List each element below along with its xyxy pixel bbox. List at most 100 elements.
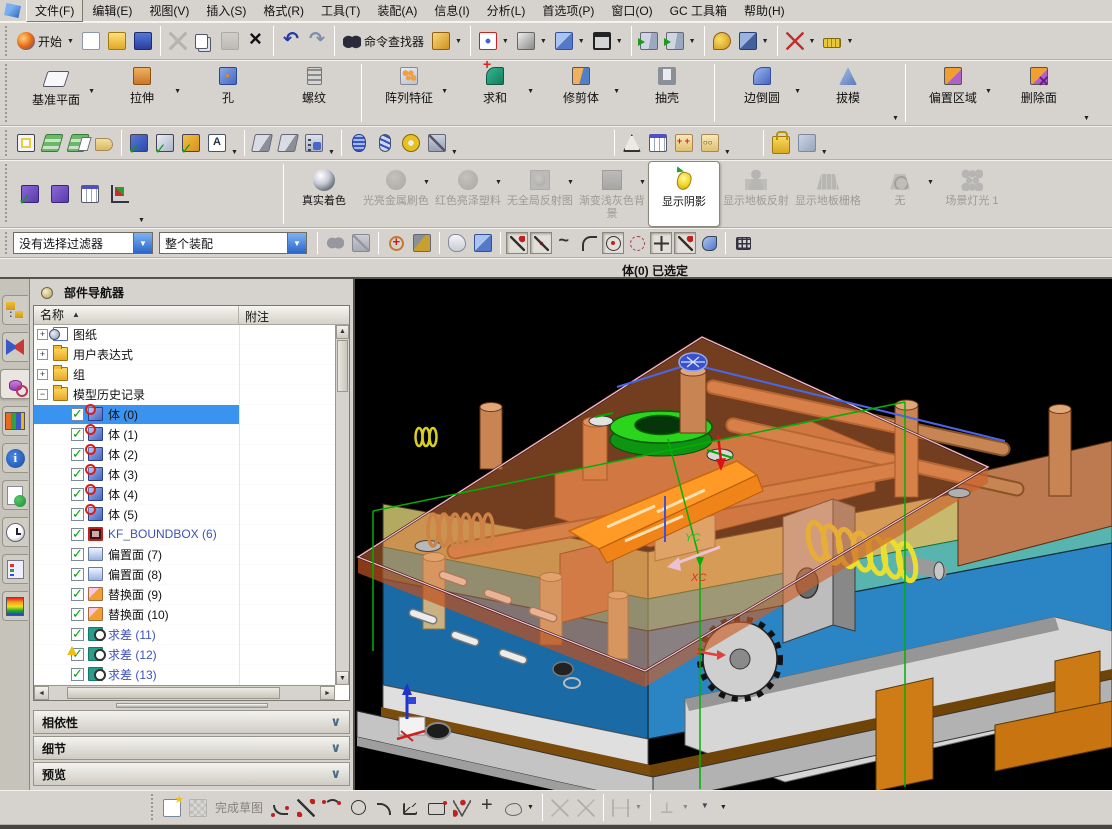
tree-checkbox[interactable] <box>71 486 84 502</box>
expression-table-button[interactable] <box>77 179 103 209</box>
tree-item[interactable]: 替换面 (10) <box>34 605 335 625</box>
nx-start-button[interactable]: 开始 ▼ <box>13 26 78 56</box>
dimension-button[interactable]: ▼ <box>608 793 646 823</box>
tree-item[interactable]: 体 (3) <box>34 464 335 485</box>
selection-filter-combo[interactable]: 没有选择过滤器 ▼ <box>13 232 153 254</box>
snap-face-toggle[interactable] <box>698 232 720 254</box>
arc-button[interactable] <box>319 793 345 823</box>
hole-button[interactable]: 孔 <box>185 61 271 125</box>
menu-item[interactable]: 窗口(O) <box>603 0 660 21</box>
toolbar-overflow-icon[interactable]: ▼ <box>328 149 335 156</box>
dropdown-arrow-icon[interactable]: ▼ <box>174 88 181 95</box>
delete-face-button[interactable]: 删除面 <box>996 61 1082 125</box>
snap-curve-toggle[interactable] <box>554 230 576 254</box>
tree-item-label[interactable]: 体 (2) <box>107 446 138 463</box>
tree-item[interactable]: + 用户表达式 <box>34 345 335 365</box>
tree-item[interactable]: 体 (1) <box>34 424 335 445</box>
menu-item[interactable]: 插入(S) <box>198 0 254 21</box>
tree-item[interactable]: 求差 (13) <box>34 665 335 685</box>
examine-geometry-button[interactable] <box>152 128 178 158</box>
shaded-view-button[interactable]: ▼ <box>513 26 551 56</box>
snap-intersection-toggle[interactable] <box>650 232 672 254</box>
tree-item-label[interactable]: 体 (5) <box>107 506 138 523</box>
window-bg-button[interactable]: ▼ <box>589 26 627 56</box>
undo-button[interactable] <box>278 26 304 56</box>
dropdown-arrow-icon[interactable]: ▼ <box>495 179 502 186</box>
snap-midpoint-toggle[interactable] <box>530 232 552 254</box>
snap-point-on-curve-toggle[interactable] <box>674 232 696 254</box>
tree-item[interactable]: 体 (4) <box>34 484 335 505</box>
rotate-wcs-button[interactable] <box>383 228 409 258</box>
graphics-viewport[interactable]: YC XC <box>355 279 1112 790</box>
thread-button[interactable]: 螺纹 <box>271 61 357 125</box>
curve-set-button[interactable] <box>697 128 723 158</box>
tree-checkbox[interactable] <box>71 666 84 682</box>
dropdown-arrow-icon[interactable]: ▼ <box>809 38 816 45</box>
snap-hammer-button[interactable] <box>409 228 435 258</box>
chevron-down-icon[interactable]: ∨ <box>330 714 341 730</box>
chamfer-button[interactable] <box>397 793 423 823</box>
resource-tab-hd3d-tool[interactable] <box>1 443 28 473</box>
gradient-background-button[interactable]: 渐变浅灰色背景 ▼ <box>576 161 648 227</box>
toolbar-overflow-icon[interactable]: ▼ <box>231 149 238 156</box>
resource-tab-part-navigator[interactable] <box>0 369 29 399</box>
sketch-update-button[interactable] <box>185 793 211 823</box>
no-global-reflection-button[interactable]: 无全局反射图 ▼ <box>504 161 576 227</box>
open-file-button[interactable] <box>104 26 130 56</box>
edit-display-button[interactable] <box>13 128 39 158</box>
layer-settings-button[interactable] <box>39 128 65 158</box>
menu-item[interactable]: 装配(A) <box>369 0 425 21</box>
save-button[interactable] <box>130 26 156 56</box>
tree-expander[interactable]: + <box>37 348 48 360</box>
resource-tab-assembly-navigator[interactable] <box>1 295 28 325</box>
column-header-note[interactable]: 附注 <box>239 306 349 324</box>
resource-tab-web-browser[interactable] <box>1 480 28 510</box>
dropdown-arrow-icon[interactable]: ▼ <box>616 38 623 45</box>
scroll-down-icon[interactable]: ▼ <box>336 671 349 686</box>
tree-item[interactable]: + 图纸 <box>34 325 335 345</box>
spring-button[interactable] <box>372 128 398 158</box>
combo-dropdown-icon[interactable]: ▼ <box>287 233 306 253</box>
chamfer-check-button[interactable] <box>249 128 275 158</box>
dropdown-arrow-icon[interactable]: ▼ <box>455 38 462 45</box>
tree-item[interactable]: 求差 (11) <box>34 625 335 645</box>
select-hand-button[interactable] <box>301 128 327 158</box>
section-dependencies[interactable]: 相依性 ∨ <box>33 710 350 734</box>
dropdown-arrow-icon[interactable]: ▼ <box>502 38 509 45</box>
dropdown-arrow-icon[interactable]: ▼ <box>88 88 95 95</box>
tree-item[interactable]: 体 (0) <box>34 404 335 425</box>
section-preview[interactable]: 预览 ∨ <box>33 762 350 786</box>
tree-item[interactable]: 替换面 (9) <box>34 585 335 605</box>
red-glossy-plastic-button[interactable]: 红色亮泽塑料 ▼ <box>432 161 504 227</box>
dropdown-arrow-icon[interactable]: ▼ <box>927 179 934 186</box>
panel-splitter[interactable] <box>33 701 350 710</box>
tree-item-label[interactable]: 图纸 <box>72 326 97 343</box>
toolbar-overflow-icon[interactable]: ▼ <box>892 115 899 122</box>
dropdown-arrow-icon[interactable]: ▼ <box>441 88 448 95</box>
draft-button[interactable]: 拔模 <box>805 61 891 125</box>
finish-sketch-button[interactable]: 完成草图 <box>211 793 267 823</box>
dropdown-arrow-icon[interactable]: ▼ <box>635 804 642 811</box>
tree-checkbox[interactable] <box>67 645 84 662</box>
tree-checkbox[interactable] <box>71 406 84 422</box>
snap-quadrant-toggle[interactable] <box>578 232 600 254</box>
resource-tab-visualization[interactable] <box>1 591 28 621</box>
mating-button[interactable] <box>47 179 73 209</box>
paste-button[interactable] <box>217 26 243 56</box>
tree-item-label[interactable]: 求差 (13) <box>107 666 157 683</box>
menu-item[interactable]: 编辑(E) <box>84 0 140 21</box>
tree-item-label[interactable]: 组 <box>72 366 85 383</box>
tree-checkbox[interactable] <box>71 586 84 602</box>
tree-checkbox[interactable] <box>71 506 84 522</box>
edge-blend-button[interactable]: 边倒圆 ▼ <box>719 61 805 125</box>
tree-item[interactable]: − 模型历史记录 <box>34 385 335 405</box>
pattern-feature-button[interactable]: 阵列特征 ▼ <box>366 61 452 125</box>
assembly-check-button[interactable] <box>126 128 152 158</box>
resource-tab-reuse-library[interactable] <box>1 406 28 436</box>
toolbar-grip[interactable] <box>150 794 155 821</box>
scroll-left-icon[interactable]: ◄ <box>34 686 49 701</box>
dropdown-arrow-icon[interactable]: ▼ <box>689 38 696 45</box>
menu-item[interactable]: 帮助(H) <box>736 0 793 21</box>
line-button[interactable] <box>293 793 319 823</box>
tree-expander[interactable]: + <box>37 328 48 340</box>
